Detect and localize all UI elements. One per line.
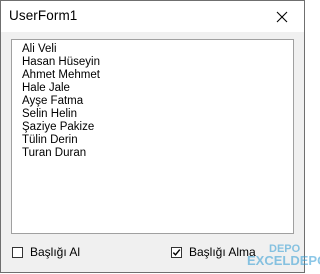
- list-item[interactable]: Ayşe Fatma: [22, 95, 83, 108]
- checkbox-basligi-al[interactable]: Başlığı Al: [12, 244, 80, 260]
- exceldepo-watermark: DEPO EXCELDEPO: [229, 241, 320, 273]
- list-item[interactable]: Hale Jale: [22, 82, 70, 95]
- title-bar[interactable]: UserForm1: [1, 1, 304, 32]
- list-item[interactable]: Ali Veli: [22, 43, 57, 56]
- list-item[interactable]: Turan Duran: [22, 147, 86, 160]
- list-item[interactable]: Selin Helin: [22, 108, 77, 121]
- list-item[interactable]: Şaziye Pakize: [22, 121, 94, 134]
- list-item[interactable]: Tülin Derin: [22, 134, 78, 147]
- list-item[interactable]: Hasan Hüseyin: [22, 56, 100, 69]
- watermark-text: EXCELDEPO: [247, 253, 320, 268]
- close-icon: [276, 11, 288, 22]
- checkbox-unchecked[interactable]: [12, 246, 23, 258]
- userform-window: UserForm1 Ali Veli Hasan Hüseyin Ahmet M…: [0, 0, 320, 273]
- checkbox-label: Başlığı Al: [30, 245, 81, 259]
- checkmark-icon: [172, 248, 181, 256]
- list-item[interactable]: Ahmet Mehmet: [22, 69, 100, 82]
- window-title: UserForm1: [9, 8, 78, 23]
- checkbox-checked[interactable]: [171, 246, 182, 258]
- close-button[interactable]: [260, 1, 304, 32]
- names-listbox[interactable]: Ali Veli Hasan Hüseyin Ahmet Mehmet Hale…: [11, 39, 294, 234]
